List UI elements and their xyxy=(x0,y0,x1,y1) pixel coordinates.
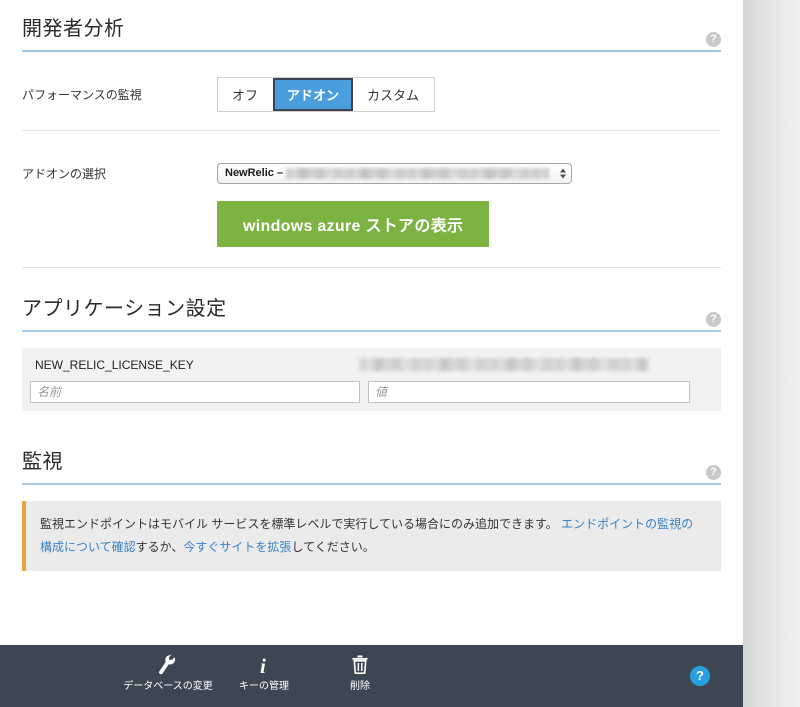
section-developer-analytics-header: 開発者分析 ? xyxy=(22,0,721,52)
page-title: 開発者分析 xyxy=(22,18,125,40)
help-icon-developer-analytics[interactable]: ? xyxy=(706,32,721,47)
link-scale-site-now[interactable]: 今すぐサイトを拡張 xyxy=(183,540,291,554)
performance-monitoring-label: パフォーマンスの監視 xyxy=(22,87,142,102)
store-button-row: windows azure ストアの表示 xyxy=(22,201,721,247)
segment-addon[interactable]: アドオン xyxy=(273,77,354,111)
setting-key: NEW_RELIC_LICENSE_KEY xyxy=(35,357,194,372)
section-rule-monitoring xyxy=(22,483,721,485)
addon-select-value: NewRelic – xyxy=(225,167,284,179)
section-rule-app-settings xyxy=(22,330,721,332)
section-rule-developer-analytics xyxy=(22,50,721,52)
toolbar-label-change-database: データベースの変更 xyxy=(123,681,213,692)
table-row[interactable]: NEW_RELIC_LICENSE_KEY xyxy=(22,348,721,381)
app-settings-title: アプリケーション設定 xyxy=(22,298,227,320)
monitoring-info-message: 監視エンドポイントはモバイル サービスを標準レベルで実行している場合にのみ追加で… xyxy=(22,501,721,571)
addon-select[interactable]: NewRelic – xyxy=(217,162,572,184)
app-root: 開発者分析 ? パフォーマンスの監視 オフ アドオン カスタム アドオンの選択 … xyxy=(0,0,800,707)
page-background-strip xyxy=(743,0,800,707)
setting-name-input[interactable] xyxy=(30,381,360,403)
help-icon-monitoring[interactable]: ? xyxy=(706,465,721,480)
section-monitoring-header: 監視 ? xyxy=(22,411,721,485)
svg-text:i: i xyxy=(260,654,266,676)
wrench-icon xyxy=(120,653,216,677)
divider-after-performance xyxy=(22,130,721,131)
monitoring-message-part1: 監視エンドポイントはモバイル サービスを標準レベルで実行している場合にのみ追加で… xyxy=(40,517,562,531)
toolbar-actions: データベースの変更 i キーの管理 削除 xyxy=(120,645,408,707)
performance-monitoring-row: パフォーマンスの監視 オフ アドオン カスタム xyxy=(22,74,721,114)
toolbar-item-change-database[interactable]: データベースの変更 xyxy=(120,645,216,693)
settings-panel: 開発者分析 ? パフォーマンスの監視 オフ アドオン カスタム アドオンの選択 … xyxy=(0,0,743,707)
help-button[interactable]: ? xyxy=(690,666,710,686)
section-app-settings-header: アプリケーション設定 ? xyxy=(22,268,721,332)
addon-selection-label: アドオンの選択 xyxy=(22,166,107,181)
addon-selection-row: アドオンの選択 NewRelic – xyxy=(22,153,721,193)
monitoring-title: 監視 xyxy=(22,451,63,473)
info-icon: i xyxy=(216,653,312,677)
setting-value-redacted xyxy=(360,358,648,371)
toolbar-label-delete: 削除 xyxy=(350,681,370,692)
addon-select-wrapper: NewRelic – xyxy=(217,162,572,184)
toolbar-item-delete[interactable]: 削除 xyxy=(312,645,408,693)
app-settings-table: NEW_RELIC_LICENSE_KEY xyxy=(22,348,721,411)
trash-icon xyxy=(312,653,408,677)
segment-off[interactable]: オフ xyxy=(218,77,274,111)
performance-monitoring-segmented-control[interactable]: オフ アドオン カスタム xyxy=(217,76,436,112)
addon-select-redacted-value xyxy=(286,167,549,179)
monitoring-message-part2: するか、 xyxy=(135,539,184,554)
app-settings-new-entry-row xyxy=(22,381,721,411)
bottom-toolbar: データベースの変更 i キーの管理 削除 ? xyxy=(0,645,743,707)
toolbar-label-manage-keys: キーの管理 xyxy=(239,681,289,692)
setting-value-input[interactable] xyxy=(368,381,690,403)
toolbar-item-manage-keys[interactable]: i キーの管理 xyxy=(216,645,312,693)
panel-content: 開発者分析 ? パフォーマンスの監視 オフ アドオン カスタム アドオンの選択 … xyxy=(0,0,743,645)
segment-custom[interactable]: カスタム xyxy=(353,77,435,111)
help-icon-app-settings[interactable]: ? xyxy=(706,312,721,327)
monitoring-message-part3: してください。 xyxy=(291,539,375,554)
view-windows-azure-store-button[interactable]: windows azure ストアの表示 xyxy=(217,201,490,247)
